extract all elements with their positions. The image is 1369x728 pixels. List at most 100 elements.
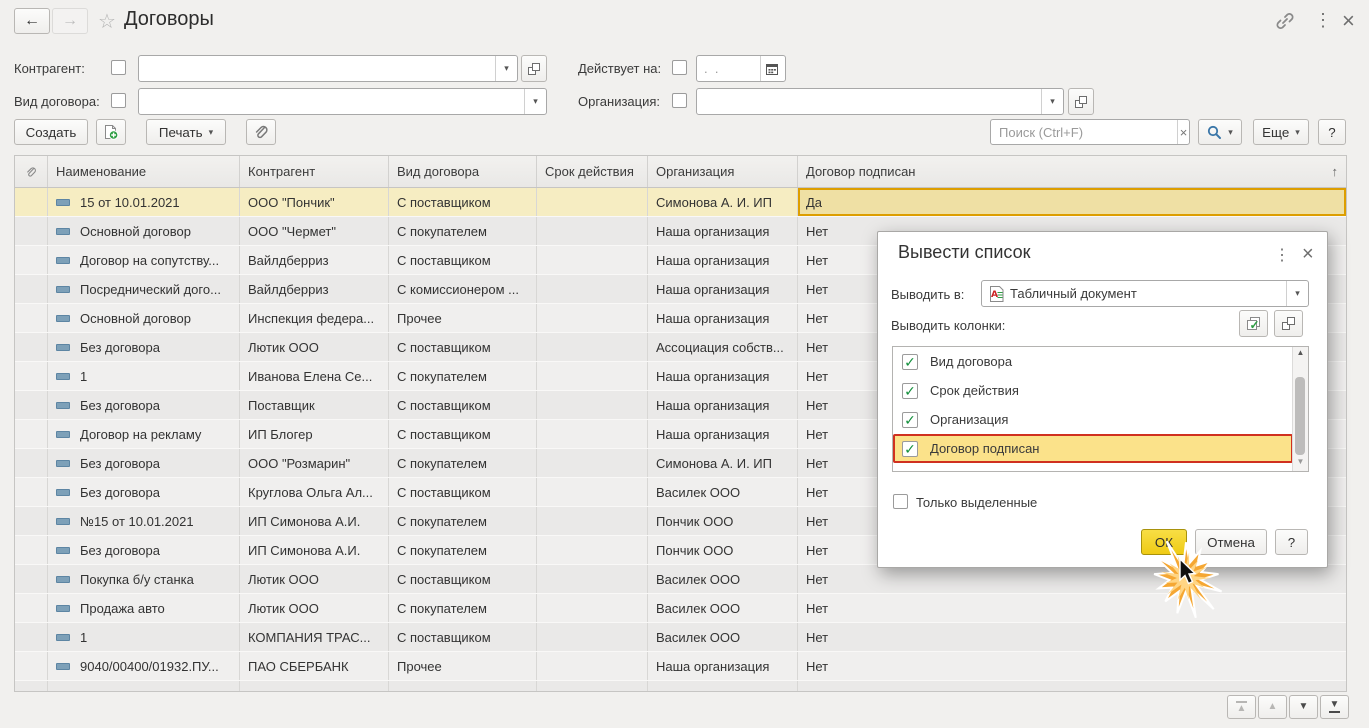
cell-contract-type[interactable]: С поставщиком [389,246,537,274]
organization-checkbox[interactable] [672,93,687,108]
contragent-combo[interactable]: ▾ [138,55,518,82]
scroll-down-button[interactable]: ▼ [1289,695,1318,719]
cell-contragent[interactable]: ПАО СБЕРБАНК [240,652,389,680]
cell-organization[interactable]: Наша организация [648,304,798,332]
cell-term[interactable] [537,565,648,593]
cell-signed[interactable]: Нет [798,594,1346,622]
cell-attachment[interactable] [15,681,48,692]
cell-organization[interactable]: Наша организация [648,246,798,274]
cell-contragent[interactable]: Круглова Ольга Ал... [240,478,389,506]
forward-button[interactable]: → [52,8,88,34]
cell-term[interactable] [537,333,648,361]
cell-name[interactable]: Без договора [48,536,240,564]
checked-checkbox-icon[interactable]: ✓ [902,441,918,457]
cell-attachment[interactable] [15,507,48,535]
cell-organization[interactable]: Василек ООО [648,623,798,651]
cell-attachment[interactable] [15,565,48,593]
cell-contract-type[interactable]: С покупателем [389,449,537,477]
cell-term[interactable] [537,449,648,477]
cell-name[interactable]: Посреднический дого... [48,275,240,303]
scroll-up-arrow-icon[interactable]: ▲ [1293,348,1308,361]
cell-organization[interactable]: Наша организация [648,275,798,303]
cell-attachment[interactable] [15,362,48,390]
cell-name[interactable]: Договор на рекламу [48,420,240,448]
contract-type-combo[interactable]: ▾ [138,88,547,115]
cell-organization[interactable]: Наша организация [648,420,798,448]
clear-search-icon[interactable]: × [1177,120,1189,144]
cell-attachment[interactable] [15,333,48,361]
cell-attachment[interactable] [15,217,48,245]
cell-term[interactable] [537,536,648,564]
cell-contragent[interactable]: ИП Блогер [240,420,389,448]
column-option[interactable]: ✓Договор подписан [893,434,1293,463]
cell-attachment[interactable] [15,623,48,651]
cell-term[interactable] [537,362,648,390]
back-button[interactable]: ← [14,8,50,34]
cell-name[interactable]: Продажа авто [48,594,240,622]
cell-contragent[interactable]: Лютик ООО [240,594,389,622]
columns-list-scrollbar[interactable]: ▲ ▼ [1292,347,1308,471]
cell-term[interactable] [537,217,648,245]
cell-contragent[interactable]: ИП Симонова А.И. [240,507,389,535]
cell-term[interactable] [537,507,648,535]
cell-term[interactable] [537,275,648,303]
contragent-filter-checkbox[interactable] [111,60,126,75]
cell-name[interactable]: Без договора [48,391,240,419]
cell-signed[interactable]: Нет [798,565,1346,593]
dialog-close-icon[interactable]: × [1296,242,1320,267]
cell-organization[interactable]: Наша организация [648,652,798,680]
organization-open-button[interactable] [1068,88,1094,115]
cell-contract-type[interactable]: С покупателем [389,594,537,622]
column-header-contragent[interactable]: Контрагент [240,156,389,187]
cell-contract-type[interactable]: С поставщиком [389,391,537,419]
cell-name[interactable]: Без договора [48,449,240,477]
cell-contragent[interactable]: Вайлдберриз [240,246,389,274]
date-input[interactable] [697,60,760,77]
scroll-down-arrow-icon[interactable]: ▼ [1293,457,1308,470]
scrollbar-thumb[interactable] [1295,377,1305,455]
contract-type-checkbox[interactable] [111,93,126,108]
cell-name[interactable]: Без договора [48,333,240,361]
cell-contragent[interactable]: ООО "Чермет" [240,217,389,245]
cell-contract-type[interactable]: С поставщиком [389,420,537,448]
help-button[interactable]: ? [1318,119,1346,145]
cell-attachment[interactable] [15,478,48,506]
table-row[interactable]: Договор аренды №1ООО "Розмарин"С покупат… [15,681,1346,692]
cell-name[interactable]: Договор аренды №1 [48,681,240,692]
cell-contragent[interactable]: Поставщик [240,391,389,419]
cell-term[interactable] [537,623,648,651]
checked-checkbox-icon[interactable]: ✓ [902,383,918,399]
print-button[interactable]: Печать ▾ [146,119,226,145]
ok-button[interactable]: ОК [1141,529,1187,555]
cell-term[interactable] [537,246,648,274]
window-close-icon[interactable]: × [1336,7,1361,35]
cell-name[interactable]: Без договора [48,478,240,506]
dialog-more-icon[interactable]: ⋮ [1268,244,1296,266]
chevron-down-icon[interactable]: ▾ [524,89,546,114]
column-option[interactable]: ✓Организация [893,405,1293,434]
cell-attachment[interactable] [15,246,48,274]
create-button[interactable]: Создать [14,119,88,145]
cell-contract-type[interactable]: С поставщиком [389,565,537,593]
output-to-combo[interactable]: A Табличный документ ▾ [981,280,1309,307]
cell-contract-type[interactable]: С покупателем [389,507,537,535]
cell-organization[interactable]: Симонова А. И. ИП [648,188,798,216]
cell-signed[interactable]: Нет [798,681,1346,692]
valid-on-checkbox[interactable] [672,60,687,75]
cell-contract-type[interactable]: С поставщиком [389,478,537,506]
column-option[interactable]: ✓Срок действия [893,376,1293,405]
cell-term[interactable] [537,681,648,692]
scroll-up-button[interactable]: ▲ [1258,695,1287,719]
cell-contragent[interactable]: ИП Симонова А.И. [240,536,389,564]
column-header-signed[interactable]: Договор подписан ↑ [798,156,1346,187]
cell-name[interactable]: Покупка б/у станка [48,565,240,593]
cell-contragent[interactable]: ООО "Розмарин" [240,681,389,692]
organization-combo[interactable]: ▾ [696,88,1064,115]
cell-contragent[interactable]: Иванова Елена Се... [240,362,389,390]
scroll-top-button[interactable]: ▲ [1227,695,1256,719]
search-input[interactable] [991,124,1177,141]
chevron-down-icon[interactable]: ▾ [1286,281,1308,306]
chevron-down-icon[interactable]: ▾ [1041,89,1063,114]
table-row[interactable]: 1КОМПАНИЯ ТРАС...С поставщикомВасилек ОО… [15,623,1346,652]
cell-contragent[interactable]: КОМПАНИЯ ТРАС... [240,623,389,651]
